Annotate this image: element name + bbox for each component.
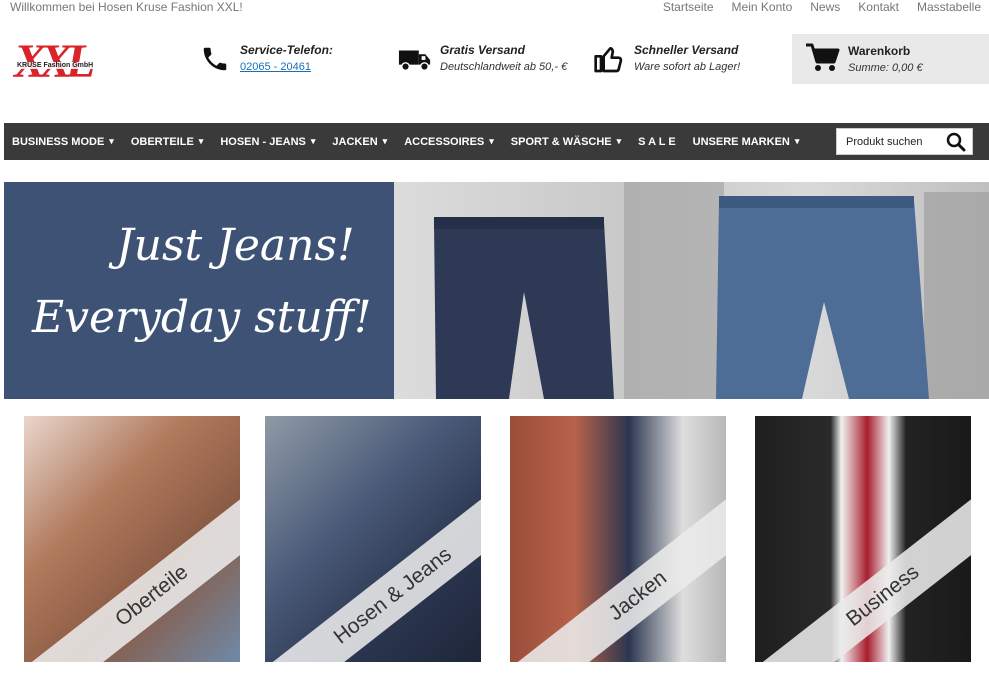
nav-sport-waesche[interactable]: SPORT & WÄSCHE ▾ bbox=[511, 136, 621, 148]
service-phone-link[interactable]: 02065 - 20461 bbox=[240, 61, 333, 73]
hero-line-1: Just Jeans! bbox=[116, 220, 355, 271]
top-bar: Willkommen bei Hosen Kruse Fashion XXL! … bbox=[0, 0, 989, 17]
category-tile-jacken[interactable]: Jacken bbox=[510, 416, 726, 662]
category-tile-business[interactable]: Business bbox=[755, 416, 971, 662]
cart-icon bbox=[804, 42, 840, 79]
phone-icon bbox=[198, 42, 232, 76]
hero-line-2: Everyday stuff! bbox=[32, 292, 372, 343]
truck-icon bbox=[398, 42, 432, 76]
category-label: Oberteile bbox=[111, 560, 193, 631]
category-tile-oberteile[interactable]: Oberteile bbox=[24, 416, 240, 662]
hero-text-panel: Just Jeans! Everyday stuff! bbox=[4, 182, 394, 399]
category-label: Jacken bbox=[604, 566, 671, 626]
top-link-masstabelle[interactable]: Masstabelle bbox=[917, 0, 981, 14]
service-phone-block: Service-Telefon: 02065 - 20461 bbox=[198, 42, 333, 86]
shipping-block: Gratis Versand Deutschlandweit ab 50,- € bbox=[398, 42, 567, 86]
nav-business-mode[interactable]: BUSINESS MODE ▾ bbox=[12, 136, 114, 148]
chevron-down-icon: ▾ bbox=[489, 136, 494, 146]
top-link-mein-konto[interactable]: Mein Konto bbox=[732, 0, 793, 14]
category-label-band: Business bbox=[755, 480, 971, 662]
top-link-news[interactable]: News bbox=[810, 0, 840, 14]
category-label-band: Jacken bbox=[510, 480, 726, 662]
chevron-down-icon: ▾ bbox=[310, 136, 316, 146]
category-label-band: Hosen & Jeans bbox=[265, 480, 481, 662]
shipping-title: Gratis Versand bbox=[440, 43, 525, 57]
fast-title: Schneller Versand bbox=[634, 43, 739, 57]
welcome-text: Willkommen bei Hosen Kruse Fashion XXL! bbox=[10, 0, 243, 14]
category-label: Hosen & Jeans bbox=[329, 542, 456, 649]
search-placeholder: Produkt suchen bbox=[846, 135, 923, 148]
chevron-down-icon: ▾ bbox=[198, 136, 204, 146]
logo[interactable]: XXL KRUSE Fashion GmbH bbox=[14, 35, 112, 98]
shipping-subtitle: Deutschlandweit ab 50,- € bbox=[440, 61, 568, 73]
service-title: Service-Telefon: bbox=[240, 43, 333, 57]
hero-banner[interactable]: Just Jeans! Everyday stuff! bbox=[4, 182, 989, 399]
main-nav: BUSINESS MODE ▾ OBERTEILE ▾ HOSEN - JEANS ▾… bbox=[4, 123, 989, 160]
header: XXL KRUSE Fashion GmbH Service-Telefon: … bbox=[0, 22, 989, 120]
cart-block[interactable]: Warenkorb Summe: 0,00 € bbox=[792, 34, 989, 84]
nav-hosen-jeans[interactable]: HOSEN - JEANS ▾ bbox=[220, 136, 315, 148]
nav-oberteile[interactable]: OBERTEILE ▾ bbox=[131, 136, 203, 148]
cart-title: Warenkorb bbox=[848, 44, 911, 58]
top-link-kontakt[interactable]: Kontakt bbox=[858, 0, 899, 14]
search-icon[interactable] bbox=[944, 130, 968, 154]
nav-accessoires[interactable]: ACCESSOIRES ▾ bbox=[404, 136, 494, 148]
nav-jacken[interactable]: JACKEN ▾ bbox=[332, 136, 387, 148]
category-label: Business bbox=[842, 560, 924, 631]
thumbs-up-icon bbox=[592, 42, 626, 76]
category-tile-hosen-jeans[interactable]: Hosen & Jeans bbox=[265, 416, 481, 662]
cart-sum: Summe: 0,00 € bbox=[848, 62, 923, 74]
chevron-down-icon: ▾ bbox=[382, 136, 388, 146]
fast-shipping-block: Schneller Versand Ware sofort ab Lager! bbox=[592, 42, 740, 86]
search-input[interactable]: Produkt suchen bbox=[836, 128, 973, 155]
chevron-down-icon: ▾ bbox=[616, 136, 622, 146]
chevron-down-icon: ▾ bbox=[109, 136, 114, 146]
hero-jeans-image bbox=[394, 182, 989, 399]
logo-subtitle: KRUSE Fashion GmbH bbox=[16, 62, 95, 69]
top-nav: Startseite Mein Konto News Kontakt Masst… bbox=[663, 0, 981, 14]
top-link-startseite[interactable]: Startseite bbox=[663, 0, 714, 14]
nav-unsere-marken[interactable]: UNSERE MARKEN ▾ bbox=[693, 136, 800, 148]
nav-sale[interactable]: S A L E bbox=[638, 136, 676, 148]
chevron-down-icon: ▾ bbox=[794, 136, 800, 146]
category-label-band: Oberteile bbox=[24, 480, 240, 662]
fast-subtitle: Ware sofort ab Lager! bbox=[634, 61, 741, 73]
